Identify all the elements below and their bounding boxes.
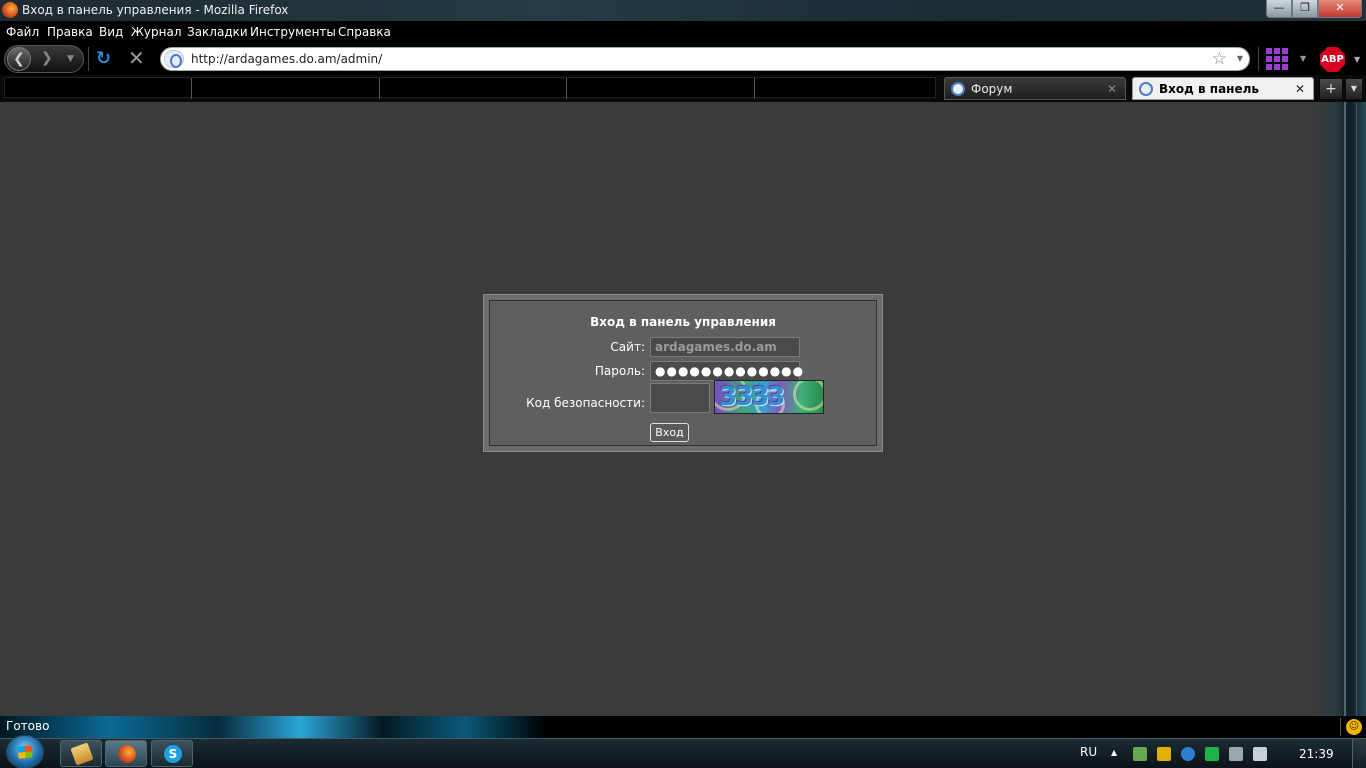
taskbar-skype-button[interactable]: S [151,740,193,767]
tab-strip: Форум ✕ Вход в панель управ... ✕ + ▼ [0,75,1366,119]
bookmarks-divider [754,78,755,99]
maximize-button[interactable]: ❐ [1292,0,1318,18]
folder-icon [70,742,94,766]
firefox-icon [2,2,18,18]
window-title: Вход в панель управления - Mozilla Firef… [22,3,289,17]
status-separator [1340,718,1341,736]
menu-view[interactable]: Вид [99,25,123,39]
show-desktop-button[interactable] [1352,739,1366,768]
menu-bar: Файл Правка Вид Журнал Закладки Инструме… [0,21,1366,43]
tab-forum[interactable]: Форум ✕ [944,77,1126,100]
login-title: Вход в панель управления [590,315,776,329]
bookmarks-divider [379,78,380,99]
captcha-input[interactable] [650,383,710,413]
tab-admin-login[interactable]: Вход в панель управ... ✕ [1132,77,1314,119]
bookmarks-toolbar [4,77,936,99]
captcha-image: 3333 [714,380,824,414]
status-text: Готово [6,719,50,733]
tab-close-icon[interactable]: ✕ [1295,78,1305,101]
menu-history[interactable]: Журнал [131,25,182,39]
tab-favicon-icon [1139,82,1153,96]
firefox-icon [118,745,136,763]
menu-bookmarks[interactable]: Закладки [187,25,248,39]
skype-icon: S [164,745,182,763]
login-form: Вход в панель управления Сайт: ardagames… [489,300,877,446]
speed-dial-grid-icon[interactable] [1266,48,1288,70]
minimize-button[interactable]: — [1266,0,1292,18]
menu-help[interactable]: Справка [338,25,391,39]
speed-dial-dropdown-icon[interactable]: ▼ [1300,54,1306,63]
back-button[interactable]: ❮ [7,47,31,71]
tray-utorrent-icon[interactable] [1205,747,1219,761]
address-bar[interactable]: http://ardagames.do.am/admin/ ☆ ▼ [160,47,1250,71]
reload-button[interactable]: ↻ [96,49,116,69]
tray-lightning-icon[interactable] [1181,747,1195,761]
toolbar-separator [88,47,89,71]
taskbar-clock[interactable]: 21:39 [1299,747,1334,761]
taskbar-explorer-button[interactable] [60,740,102,767]
bookmark-star-icon[interactable]: ☆ [1212,49,1227,69]
site-field[interactable]: ardagames.do.am [650,337,800,357]
bookmarks-divider [566,78,567,99]
site-label: Сайт: [610,340,645,354]
tray-wand-icon[interactable] [1157,747,1171,761]
windows-taskbar: S RU ▲ 21:39 [0,735,1366,768]
tab-favicon-icon [951,82,965,96]
menu-edit[interactable]: Правка [47,25,93,39]
adblock-plus-icon[interactable]: ABP [1320,47,1345,72]
toolbar-separator [1258,47,1259,71]
start-button[interactable] [6,735,44,768]
addon-smiley-icon[interactable]: ☺ [1346,719,1362,735]
close-button[interactable]: ✕ [1318,0,1362,18]
tab-close-icon[interactable]: ✕ [1107,78,1117,101]
captcha-label: Код безопасности: [526,396,645,410]
new-tab-button[interactable]: + [1320,79,1342,99]
page-content: Вход в панель управления Сайт: ardagames… [0,102,1314,716]
password-label: Пароль: [594,364,645,378]
show-hidden-icons-icon[interactable]: ▲ [1111,748,1117,757]
tray-network-check-icon[interactable] [1133,747,1147,761]
status-bar: Готово ☺ [0,716,1366,738]
login-button[interactable]: Вход [650,423,689,442]
window-controls: — ❐ ✕ [1266,0,1362,18]
history-dropdown-icon[interactable]: ▼ [67,54,74,64]
login-panel: Вход в панель управления Сайт: ardagames… [483,294,883,452]
menu-tools[interactable]: Инструменты [250,25,336,39]
back-forward-group: ❮ ❯ ▼ [4,45,84,73]
navigation-toolbar: ❮ ❯ ▼ ↻ ✕ http://ardagames.do.am/admin/ … [0,43,1366,75]
password-field[interactable]: ●●●●●●●●●●●●● [650,361,803,381]
menu-file[interactable]: Файл [6,25,39,39]
abp-dropdown-icon[interactable]: ▼ [1354,55,1360,64]
desktop-wallpaper-edge [1314,102,1366,716]
window-titlebar: Вход в панель управления - Mozilla Firef… [0,0,1366,21]
url-history-dropdown-icon[interactable]: ▼ [1237,54,1243,63]
bookmarks-divider [191,78,192,99]
address-url[interactable]: http://ardagames.do.am/admin/ [191,52,382,66]
site-identity-icon[interactable] [164,50,184,68]
stop-button[interactable]: ✕ [128,48,145,68]
forward-button[interactable]: ❯ [41,50,53,66]
tray-network-icon[interactable] [1253,747,1267,761]
taskbar-firefox-button[interactable] [105,740,147,767]
all-tabs-dropdown-icon[interactable]: ▼ [1346,79,1362,99]
language-indicator[interactable]: RU [1080,745,1097,759]
tab-label: Форум [971,82,1013,96]
tray-volume-icon[interactable] [1229,747,1243,761]
captcha-text: 3333 [719,382,785,412]
